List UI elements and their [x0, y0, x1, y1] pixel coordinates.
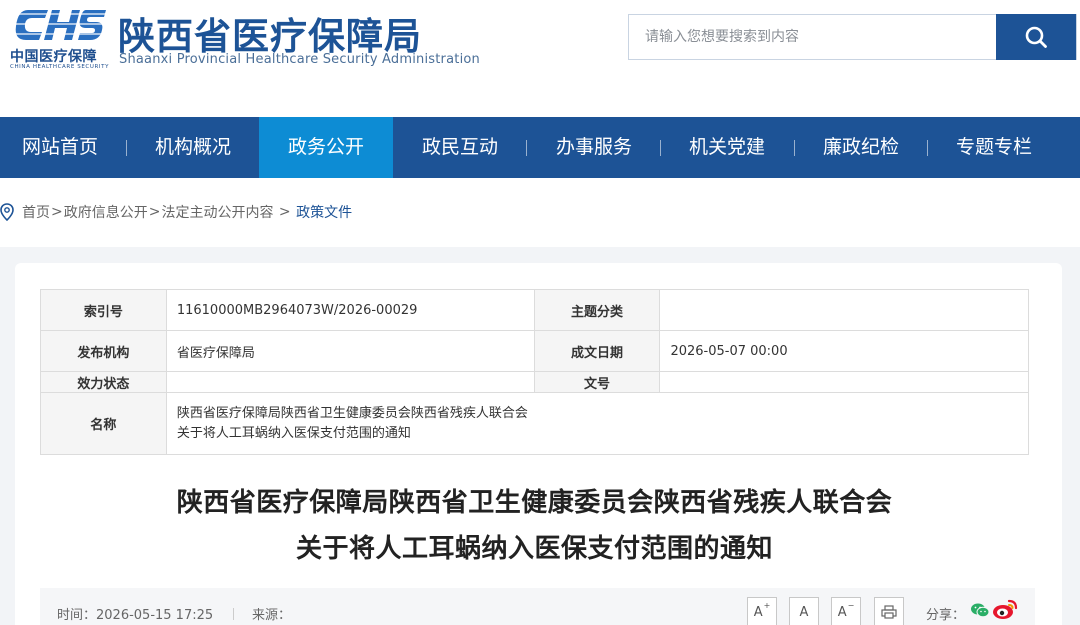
- issuer-value: 省医疗保障局: [165, 330, 535, 372]
- publish-time: 时间：2026-05-15 17:25: [57, 608, 214, 623]
- font-larger-button[interactable]: A +: [747, 597, 777, 625]
- document-title: 陕西省医疗保障局陕西省卫生健康委员会陕西省残疾人联合会 关于将人工耳蜗纳入医保支…: [40, 480, 1029, 572]
- document-info-table: 索引号 11610000MB2964073W/2026-00029 主题分类 发…: [40, 289, 1030, 455]
- source-label: 来源：: [252, 608, 292, 623]
- doc-number-label: 文号: [533, 371, 661, 393]
- article-meta-bar: 时间：2026-05-15 17:25 来源： A + A A − 分享：: [40, 588, 1035, 625]
- logo-english-text: CHINA HEALTHCARE SECURITY: [10, 64, 110, 70]
- date-label: 成文日期: [533, 330, 661, 372]
- location-pin-icon: [0, 203, 14, 221]
- nav-divider: [660, 140, 661, 156]
- category-value: [659, 289, 1029, 331]
- nav-item-about[interactable]: 机构概况: [133, 117, 253, 178]
- issuer-label: 发布机构: [40, 330, 167, 372]
- print-button[interactable]: [874, 597, 904, 625]
- table-row: 名称 陕西省医疗保障局陕西省卫生健康委员会陕西省残疾人联合会 关于将人工耳蜗纳入…: [40, 392, 1030, 455]
- nav-item-home[interactable]: 网站首页: [0, 117, 120, 178]
- search-input[interactable]: [629, 15, 997, 59]
- font-normal-button[interactable]: A: [789, 597, 819, 625]
- main-nav: 网站首页 机构概况 政务公开 政民互动 办事服务 机关党建 廉政纪检 专题专栏: [0, 117, 1080, 178]
- document-title-line-2: 关于将人工耳蜗纳入医保支付范围的通知: [295, 534, 773, 564]
- font-smaller-button[interactable]: A −: [831, 597, 861, 625]
- weibo-icon[interactable]: [992, 598, 1018, 620]
- search-button[interactable]: [996, 14, 1076, 60]
- nav-item-discipline[interactable]: 廉政纪检: [801, 117, 921, 178]
- nav-item-government-affairs[interactable]: 政务公开: [259, 117, 393, 178]
- document-title-line-1: 陕西省医疗保障局陕西省卫生健康委员会陕西省残疾人联合会: [176, 488, 893, 518]
- wechat-icon[interactable]: [970, 602, 990, 618]
- name-value-line-1: 陕西省医疗保障局陕西省卫生健康委员会陕西省残疾人联合会: [176, 405, 528, 421]
- font-larger-label: A: [753, 604, 763, 620]
- breadcrumb: 首页 > 政府信息公开 > 法定主动公开内容 > 政策文件: [0, 200, 352, 224]
- chs-logo[interactable]: 中国医疗保障 CHINA HEALTHCARE SECURITY: [10, 8, 110, 70]
- name-value-line-2: 关于将人工耳蜗纳入医保支付范围的通知: [176, 425, 411, 441]
- breadcrumb-gov-info[interactable]: 政府信息公开: [64, 202, 148, 222]
- nav-item-party-building[interactable]: 机关党建: [667, 117, 787, 178]
- search-box: [628, 14, 1077, 60]
- chs-logo-mark-icon: [14, 10, 106, 40]
- site-subtitle: Shaanxi Provincial Healthcare Security A…: [119, 52, 480, 67]
- site-header: 中国医疗保障 CHINA HEALTHCARE SECURITY 陕西省医疗保障…: [0, 0, 1080, 117]
- plus-icon: +: [763, 600, 771, 610]
- table-row: 发布机构 省医疗保障局 成文日期 2026-05-07 00:00: [40, 330, 1029, 372]
- name-value: 陕西省医疗保障局陕西省卫生健康委员会陕西省残疾人联合会 关于将人工耳蜗纳入医保支…: [165, 392, 1030, 455]
- breadcrumb-statutory-content[interactable]: 法定主动公开内容: [161, 202, 273, 222]
- minus-icon: −: [847, 600, 855, 610]
- nav-divider: [927, 140, 928, 156]
- doc-number-value: [659, 371, 1029, 393]
- breadcrumb-separator: >: [274, 204, 296, 220]
- name-label: 名称: [40, 392, 167, 455]
- nav-item-special-topics[interactable]: 专题专栏: [934, 117, 1054, 178]
- category-label: 主题分类: [533, 289, 661, 331]
- search-icon: [1025, 26, 1047, 48]
- index-number-label: 索引号: [40, 289, 167, 331]
- nav-item-services[interactable]: 办事服务: [534, 117, 654, 178]
- font-normal-label: A: [799, 604, 809, 620]
- font-smaller-label: A: [837, 604, 847, 620]
- nav-divider: [126, 140, 127, 156]
- breadcrumb-separator: >: [148, 204, 161, 220]
- status-value: [165, 371, 535, 393]
- nav-item-public-interaction[interactable]: 政民互动: [400, 117, 520, 178]
- share-label: 分享：: [926, 608, 966, 623]
- breadcrumb-current[interactable]: 政策文件: [296, 202, 352, 222]
- index-number-value: 11610000MB2964073W/2026-00029: [165, 289, 535, 331]
- logo-chinese-text: 中国医疗保障: [10, 49, 97, 65]
- breadcrumb-home[interactable]: 首页: [22, 202, 50, 222]
- breadcrumb-separator: >: [51, 204, 63, 220]
- table-row: 索引号 11610000MB2964073W/2026-00029 主题分类: [40, 289, 1029, 331]
- table-row: 效力状态 文号: [40, 371, 1029, 393]
- nav-divider: [794, 140, 795, 156]
- status-label: 效力状态: [40, 371, 167, 393]
- printer-icon: [881, 605, 897, 619]
- date-value: 2026-05-07 00:00: [659, 330, 1029, 372]
- meta-divider: [233, 608, 234, 620]
- nav-divider: [526, 140, 527, 156]
